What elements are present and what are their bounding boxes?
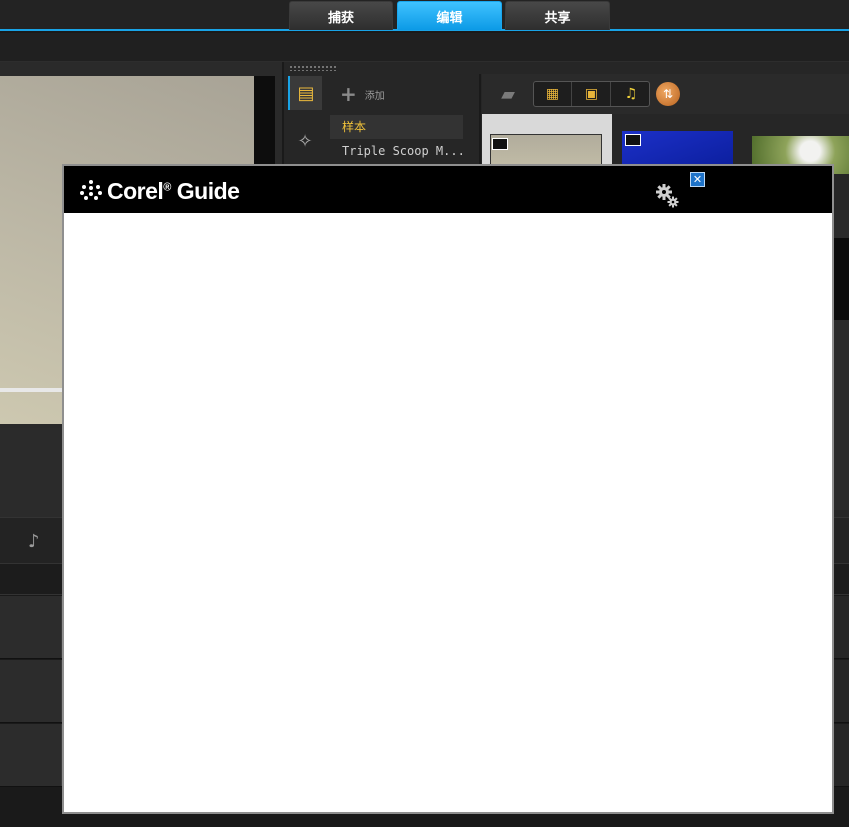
gear-icon[interactable] <box>654 182 682 210</box>
panel-grip-handle[interactable] <box>289 65 337 71</box>
tab-capture[interactable]: 捕获 <box>289 1 393 30</box>
toolbar-strip <box>0 33 849 62</box>
library-toolbar: ▰ ▦ ▣ ♫ ⇅ <box>482 74 849 114</box>
video-clip-icon <box>492 138 508 150</box>
guide-title: Corel® Guide <box>107 177 240 204</box>
effects-icon[interactable]: ✧ <box>288 124 322 158</box>
close-icon[interactable]: ✕ <box>690 172 705 187</box>
corel-guide-logo: Corel® Guide <box>80 177 240 204</box>
library-divider <box>479 74 481 174</box>
folder-item-triple-scoop[interactable]: Triple Scoop M... <box>330 139 478 163</box>
sort-icon[interactable]: ⇅ <box>656 82 680 106</box>
media-filter-group: ▦ ▣ ♫ <box>533 81 650 107</box>
library-folder-list: 样本 Triple Scoop M... <box>330 115 478 163</box>
tab-share[interactable]: 共享 <box>505 1 610 30</box>
scrub-bar[interactable] <box>0 388 62 392</box>
track-header <box>0 724 62 786</box>
plus-icon: + <box>340 82 357 106</box>
video-filter-icon[interactable]: ▦ <box>534 82 572 106</box>
folder-item-samples[interactable]: 样本 <box>330 115 463 139</box>
audio-mixer-icon[interactable]: ♪ <box>28 531 40 552</box>
library-side-nav: ▤ ✧ <box>286 74 324 174</box>
photo-filter-icon[interactable]: ▣ <box>573 82 611 106</box>
add-folder-button[interactable]: + 添加 <box>340 82 385 106</box>
video-clip-icon <box>625 134 641 146</box>
track-header <box>0 596 62 658</box>
top-tab-bar: 捕获 编辑 共享 <box>0 0 849 31</box>
track-header <box>0 660 62 722</box>
video-editor-app: 捕获 编辑 共享 ▤ ✧ + 添加 样本 Triple Scoop M... ▰… <box>0 0 849 827</box>
folder-open-icon[interactable]: ▰ <box>496 82 520 106</box>
guide-content-area <box>64 213 832 812</box>
guide-header: Corel® Guide ✕ <box>64 166 832 213</box>
music-note-icon[interactable]: ♫ <box>612 82 650 106</box>
media-library-icon[interactable]: ▤ <box>288 76 322 110</box>
add-folder-label: 添加 <box>364 90 385 102</box>
tab-edit[interactable]: 编辑 <box>397 1 502 30</box>
corel-guide-dialog: Corel® Guide ✕ <box>62 164 834 814</box>
corel-balloon-icon <box>80 180 102 202</box>
